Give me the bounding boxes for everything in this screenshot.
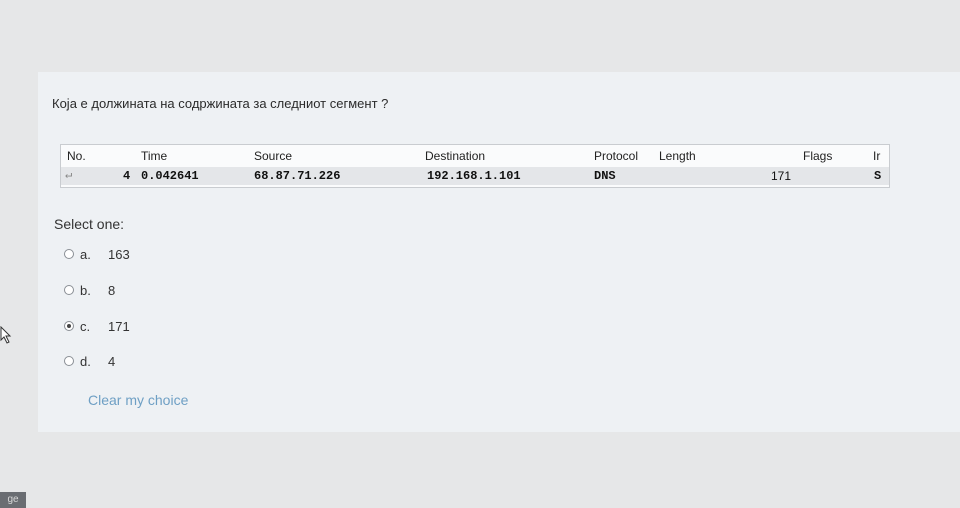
option-b-letter: b. (80, 282, 91, 298)
option-c-letter: c. (80, 318, 91, 334)
col-header-protocol: Protocol (594, 149, 639, 163)
option-c-value: 171 (108, 318, 130, 334)
option-d-letter: d. (80, 353, 91, 369)
cell-destination: 192.168.1.101 (427, 169, 521, 183)
radio-option-b[interactable] (64, 285, 74, 295)
col-header-info: Ir (873, 149, 881, 163)
clear-choice-link[interactable]: Clear my choice (88, 392, 188, 408)
option-a-value: 163 (108, 246, 130, 262)
cell-source: 68.87.71.226 (254, 169, 341, 183)
cell-length: 171 (771, 169, 792, 183)
row-marker-icon: ↵ (65, 168, 73, 182)
question-panel (38, 72, 960, 432)
select-one-label: Select one: (54, 216, 125, 232)
option-d-value: 4 (108, 353, 116, 369)
radio-option-a[interactable] (64, 249, 74, 259)
cell-info: S (874, 169, 882, 183)
packet-table: No. Time Source Destination Protocol Len… (60, 144, 890, 188)
radio-option-d[interactable] (64, 356, 74, 366)
packet-row[interactable]: ↵ 4 0.042641 68.87.71.226 192.168.1.101 … (61, 167, 889, 185)
question-text: Која е должината на содржината за следни… (52, 96, 389, 111)
col-header-destination: Destination (425, 149, 486, 163)
option-b[interactable]: b. 8 (64, 280, 115, 300)
col-header-flags: Flags (803, 149, 833, 163)
option-c[interactable]: c. 171 (64, 316, 130, 336)
cell-time: 0.042641 (141, 169, 199, 183)
cell-no: 4 (123, 169, 131, 183)
corner-tab[interactable]: ge (0, 492, 26, 508)
option-a[interactable]: a. 163 (64, 244, 130, 264)
option-a-letter: a. (80, 246, 91, 262)
radio-option-c[interactable] (64, 321, 74, 331)
option-d[interactable]: d. 4 (64, 351, 115, 371)
col-header-no: No. (67, 149, 86, 163)
option-b-value: 8 (108, 282, 116, 298)
col-header-source: Source (254, 149, 293, 163)
col-header-length: Length (659, 149, 696, 163)
mouse-cursor-icon (0, 326, 12, 344)
cell-protocol: DNS (594, 169, 616, 183)
col-header-time: Time (141, 149, 168, 163)
